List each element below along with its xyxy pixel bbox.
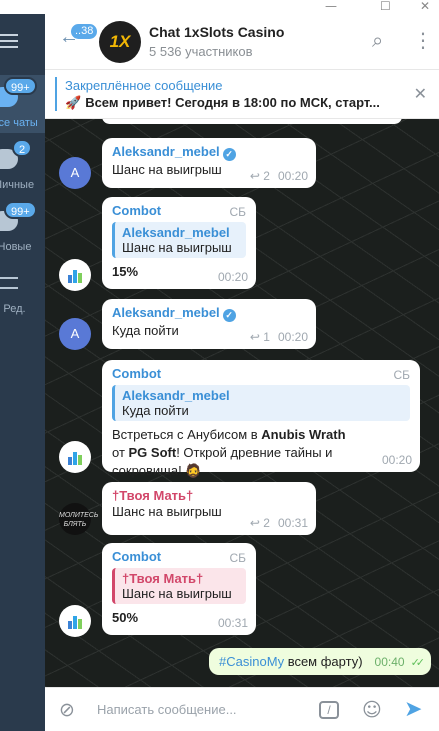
own-message-bubble[interactable]: #CasinoMy всем фарту) 00:40 ✓✓ <box>209 648 431 675</box>
reply-quote[interactable]: †Твоя Мать† Шанс на выигрыш <box>112 568 246 604</box>
read-receipt-icon: ✓✓ <box>410 657 426 669</box>
bot-tag: СБ <box>229 205 246 219</box>
quote-author: Aleksandr_mebel <box>122 225 230 240</box>
pinned-message[interactable]: Закреплённое сообщение 🚀 Всем привет! Сег… <box>45 70 439 119</box>
message-time: 00:31 <box>277 516 308 530</box>
chat-header: ← ..38 1X Chat 1xSlots Casino 5 536 учас… <box>45 14 439 70</box>
bot-tag: СБ <box>229 551 246 565</box>
bot-tag: СБ <box>393 368 410 382</box>
reply-icon: ↩ 2 <box>249 169 270 183</box>
message-text: всем фарту) <box>284 654 363 669</box>
reply-quote[interactable]: Aleksandr_mebel Шанс на выигрыш <box>112 222 246 258</box>
user-avatar[interactable]: A <box>59 157 91 189</box>
folder-all-chats[interactable]: 99+ Все чаты <box>0 75 45 133</box>
emoji-icon[interactable]: ☺ <box>362 699 382 721</box>
message-time: 00:31 <box>217 616 248 630</box>
close-button[interactable]: ✕ <box>420 0 430 12</box>
folder-personal[interactable]: 2 Личные <box>0 137 45 195</box>
send-icon[interactable]: ➤ <box>404 697 422 722</box>
message-bubble[interactable]: †Твоя Мать† Шанс на выигрыш ↩ 2 00:31 <box>102 482 316 535</box>
message-input[interactable] <box>97 698 297 720</box>
unread-badge: 99+ <box>4 201 37 219</box>
sender-name[interactable]: Aleksandr_mebel ✓ <box>112 144 306 161</box>
reply-quote[interactable]: Aleksandr_mebel Куда пойти <box>112 385 410 421</box>
quote-text: Шанс на выигрыш <box>122 240 232 255</box>
search-icon[interactable]: ⌕ <box>372 28 383 52</box>
unpin-icon[interactable]: ✕ <box>414 84 427 104</box>
sender-name[interactable]: †Твоя Мать† <box>112 488 306 503</box>
reply-icon: ↩ 2 <box>249 516 270 530</box>
folder-label: Все чаты <box>0 117 38 129</box>
message-bubble[interactable]: Combot СБ Aleksandr_mebel Куда пойти Вст… <box>102 360 420 478</box>
folder-label: Личные <box>0 179 35 191</box>
unread-badge: 99+ <box>4 77 37 95</box>
pinned-title: Закреплённое сообщение <box>65 78 223 93</box>
user-avatar[interactable]: A <box>59 318 91 350</box>
message-bubble[interactable]: Aleksandr_mebel ✓ Шанс на выигрыш ↩ 2 00:2… <box>102 138 316 188</box>
message-text: Встреться с Анубисом в Anubis Wrath от P… <box>112 427 346 478</box>
sender-name[interactable]: Aleksandr_mebel ✓ <box>112 305 306 322</box>
message-meta: ↩ 2 00:31 <box>250 516 308 530</box>
window-titlebar: — ☐ ✕ <box>0 0 439 14</box>
anubis-emoji-icon: 🧔 <box>185 463 202 478</box>
pinned-preview: Всем привет! Сегодня в 18:00 по МСК, ста… <box>85 95 380 110</box>
rocket-icon: 🚀 <box>65 95 82 110</box>
message-bubble[interactable]: Aleksandr_mebel ✓ Куда пойти ↩ 1 00:20 <box>102 299 316 349</box>
message-meta: ↩ 2 00:20 <box>250 169 308 183</box>
user-avatar[interactable]: МОЛИТЕСЬ БЛЯТЬ <box>59 503 98 535</box>
message-list[interactable]: A Aleksandr_mebel ✓ Шанс на выигрыш ↩ 2 00… <box>45 119 439 687</box>
folder-label: Ред. <box>3 303 26 315</box>
quote-author: Aleksandr_mebel <box>122 388 230 403</box>
unread-badge: ..38 <box>71 24 98 39</box>
message-time: 00:20 <box>217 270 248 284</box>
hashtag-link[interactable]: #CasinoMy <box>219 654 284 669</box>
folder-new[interactable]: 99+ Новые <box>0 199 45 257</box>
more-vertical-icon[interactable]: ⋮ <box>413 28 433 52</box>
member-count: 5 536 участников <box>149 44 253 59</box>
folder-label: Новые <box>0 241 32 253</box>
composer: ⊘ / ☺ ➤ <box>45 687 439 731</box>
pinned-text: 🚀 Всем привет! Сегодня в 18:00 по МСК, ст… <box>65 95 380 111</box>
message-time: 00:40 <box>374 655 405 669</box>
menu-icon[interactable] <box>0 34 20 52</box>
quote-author: †Твоя Мать† <box>122 571 204 586</box>
sliders-icon <box>0 277 18 289</box>
message-time: 00:20 <box>381 453 412 467</box>
verified-icon: ✓ <box>222 148 236 161</box>
sender-name[interactable]: Combot <box>112 203 246 218</box>
message-time: 00:20 <box>277 330 308 344</box>
folders-sidebar: 99+ Все чаты 2 Личные 99+ Новые Ред. <box>0 0 45 731</box>
combot-avatar[interactable] <box>59 259 91 291</box>
unread-badge: 2 <box>12 139 33 157</box>
combot-avatar[interactable] <box>59 605 91 637</box>
verified-icon: ✓ <box>222 309 236 322</box>
sender-name[interactable]: Combot <box>112 366 410 381</box>
combot-avatar[interactable] <box>59 441 91 473</box>
chat-title[interactable]: Chat 1xSlots Casino <box>149 24 284 40</box>
folder-edit[interactable]: Ред. <box>0 261 45 319</box>
message-meta: ↩ 1 00:20 <box>250 330 308 344</box>
sender-name[interactable]: Combot <box>112 549 246 564</box>
quote-text: Куда пойти <box>122 403 189 418</box>
message-bubble-prev <box>102 119 402 124</box>
chat-avatar[interactable]: 1X <box>99 21 141 63</box>
maximize-button[interactable]: ☐ <box>380 0 391 12</box>
pin-indicator <box>55 77 57 111</box>
message-bubble[interactable]: Combot СБ †Твоя Мать† Шанс на выигрыш 50… <box>102 543 256 635</box>
reply-icon: ↩ 1 <box>249 330 270 344</box>
message-bubble[interactable]: Combot СБ Aleksandr_mebel Шанс на выигры… <box>102 197 256 289</box>
bot-commands-icon[interactable]: / <box>319 701 339 719</box>
message-time: 00:20 <box>277 169 308 183</box>
minimize-button[interactable]: — <box>325 0 337 12</box>
quote-text: Шанс на выигрыш <box>122 586 232 601</box>
attach-icon[interactable]: ⊘ <box>59 699 75 721</box>
